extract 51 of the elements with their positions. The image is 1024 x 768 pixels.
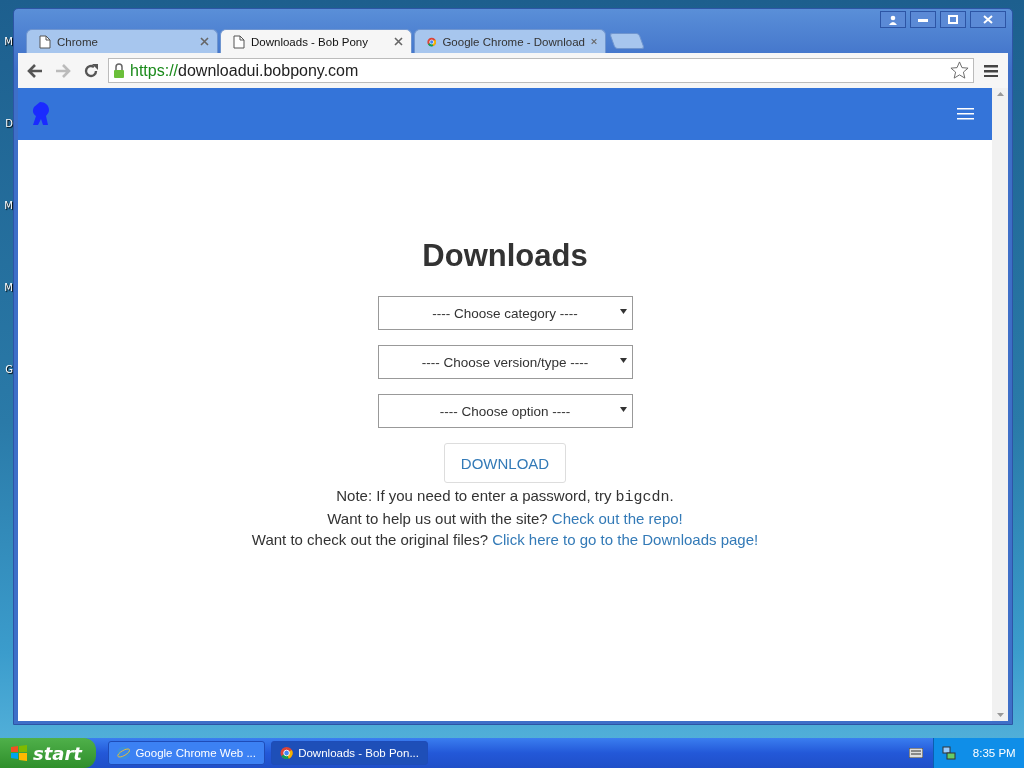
dropdown[interactable]: ---- Choose version/type ---- [377,345,633,379]
profile-button[interactable] [880,11,906,28]
minimize-icon [918,17,928,22]
lock-icon [113,63,125,78]
desktop-icon-label[interactable]: G [5,364,13,376]
browser-tab[interactable]: Google Chrome - Download [414,29,606,53]
caret-icon [619,358,627,363]
link[interactable]: Check out the repo! [551,510,683,527]
desktop-icon-label[interactable]: M [4,36,13,48]
address-bar[interactable]: https://downloadui.bobpony.com [108,58,974,83]
browser-tab[interactable]: Downloads - Bob Pony [220,29,412,53]
note-text: Note: If you need to enter a password, try bigcdn. [336,487,674,506]
link[interactable]: Click here to go to the Downloads page! [492,531,759,548]
start-button[interactable]: start [0,738,96,768]
network-icon[interactable] [942,746,957,760]
close-icon[interactable] [200,37,209,46]
taskbar-button[interactable]: Google Chrome Web ... [108,741,265,765]
scrollbar[interactable] [992,88,1008,721]
info-text: Want to help us out with the site? Check out the repo! [327,510,683,527]
dropdown[interactable]: ---- Choose category ---- [377,296,633,330]
desktop-icon-label[interactable]: D [5,118,13,130]
desktop-icon-label[interactable]: M [4,200,13,212]
close-button[interactable] [970,11,1006,28]
person-icon [888,14,898,25]
minimize-button[interactable] [910,11,936,28]
clock[interactable]: 8:35 PM [972,747,1016,759]
scroll-up-icon[interactable] [996,92,1004,96]
menu-icon[interactable] [957,108,974,120]
maximize-button[interactable] [940,11,966,28]
desktop-icon-label[interactable]: M [4,282,13,294]
dropdown[interactable]: ---- Choose option ---- [377,394,633,428]
browser-e-icon [117,745,131,761]
close-icon [983,15,993,24]
page-heading: Downloads [422,238,588,274]
chrome-icon [280,746,294,760]
scroll-down-icon[interactable] [996,713,1004,717]
close-icon[interactable] [590,37,597,46]
download-button[interactable]: DOWNLOAD [443,443,567,483]
windows-logo-icon [10,745,28,761]
caret-icon [619,309,627,314]
star-icon[interactable] [950,61,969,80]
info-text: Want to check out the original files? Click here to go to the Downloads page! [251,531,759,548]
caret-icon [619,407,627,412]
page-icon [39,34,51,49]
new-tab-button[interactable] [609,33,645,49]
taskbar-button[interactable]: Downloads - Bob Pon... [271,741,428,765]
page-icon [233,34,245,49]
browser-tab[interactable]: Chrome [26,29,218,53]
maximize-icon [948,15,958,24]
close-icon[interactable] [394,37,403,46]
keyboard-icon[interactable] [909,748,923,758]
